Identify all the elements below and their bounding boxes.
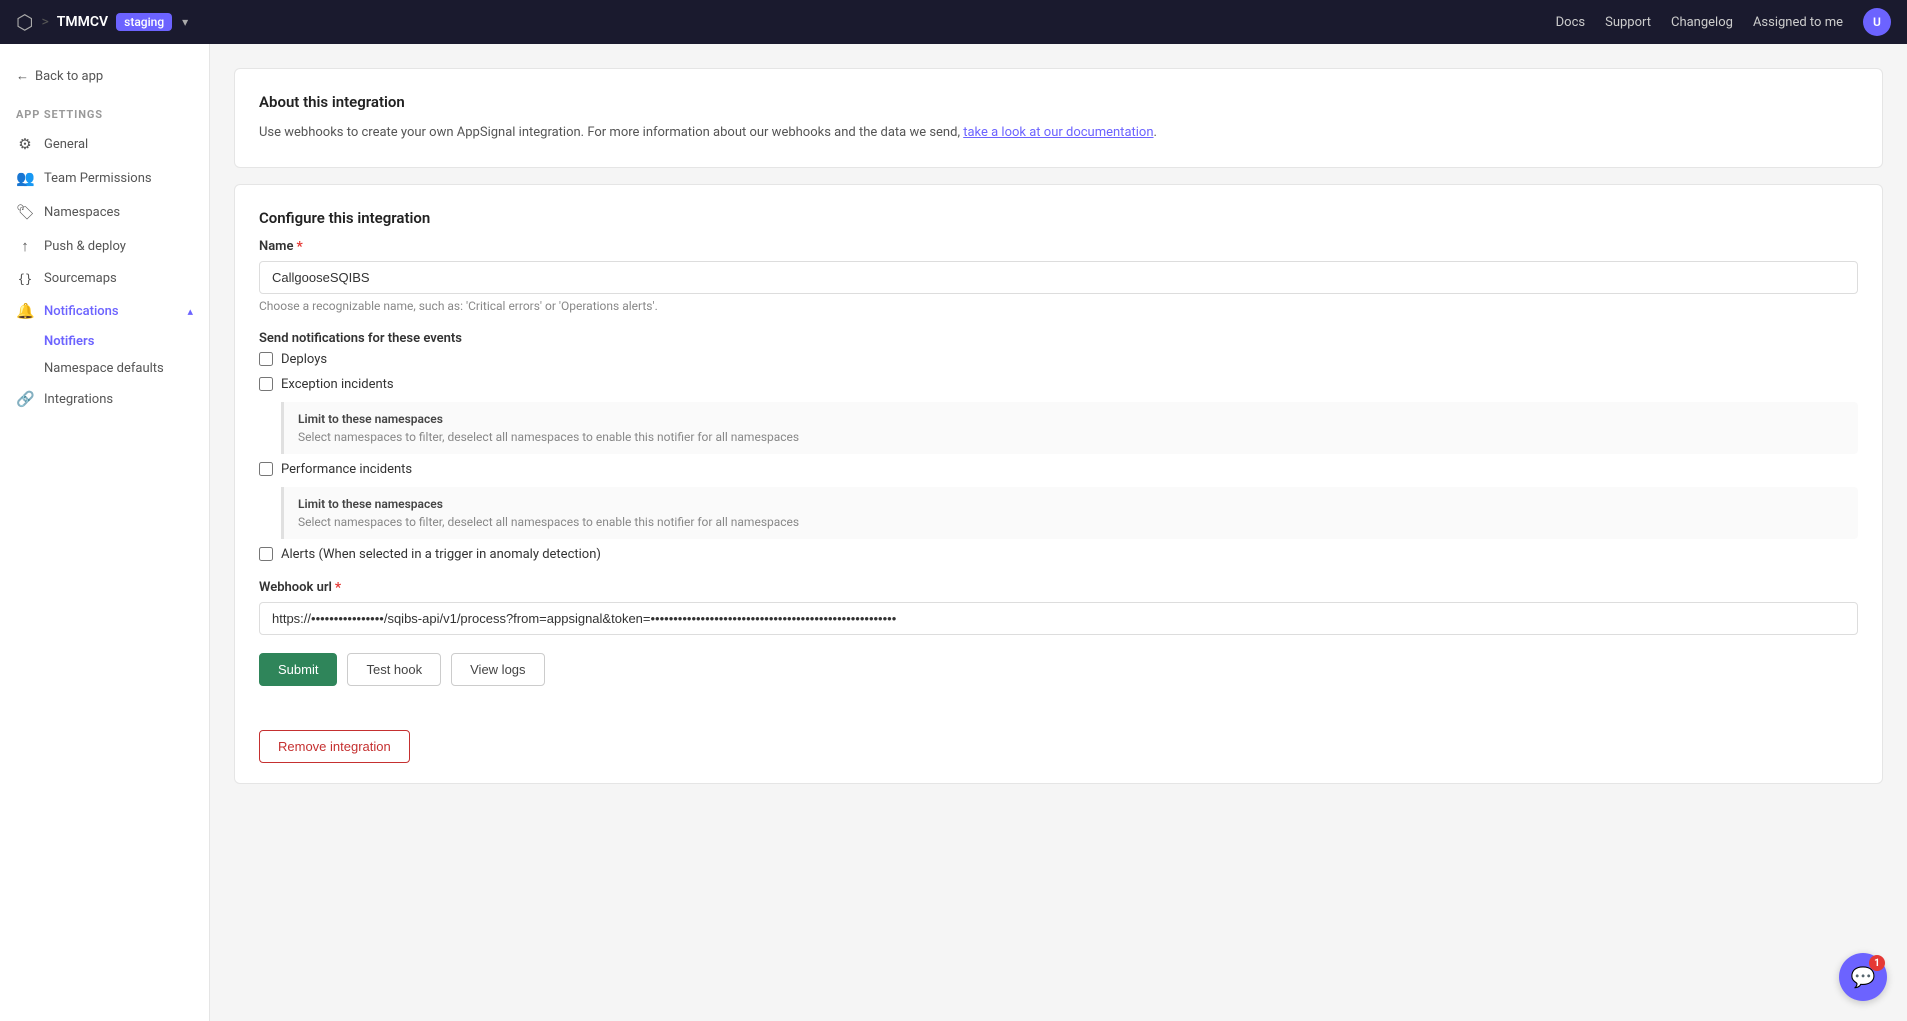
upload-icon: ↑ <box>16 237 34 255</box>
sidebar-item-namespaces[interactable]: 🏷 Namespaces <box>0 195 209 229</box>
back-arrow-icon: ← <box>16 68 29 84</box>
events-form-group: Send notifications for these events Depl… <box>259 331 1858 562</box>
about-description: Use webhooks to create your own AppSigna… <box>259 123 1858 143</box>
bell-icon: 🔔 <box>16 302 34 320</box>
changelog-link[interactable]: Changelog <box>1671 15 1733 30</box>
env-badge[interactable]: staging <box>116 13 172 31</box>
configure-card: Configure this integration Name * Choose… <box>234 184 1883 784</box>
name-form-group: Name * Choose a recognizable name, such … <box>259 239 1858 313</box>
sidebar-subitem-notifiers[interactable]: Notifiers <box>44 328 209 355</box>
exception-incidents-label: Exception incidents <box>281 377 394 392</box>
documentation-link[interactable]: take a look at our documentation <box>963 125 1153 140</box>
notifications-subnav: Notifiers Namespace defaults <box>0 328 209 382</box>
namespace-limit-desc-2: Select namespaces to filter, deselect al… <box>298 515 1844 529</box>
main-content: About this integration Use webhooks to c… <box>210 44 1907 1021</box>
sidebar-item-push-deploy[interactable]: ↑ Push & deploy <box>0 229 209 263</box>
deploys-checkbox[interactable] <box>259 352 273 366</box>
chat-badge: 1 <box>1869 955 1885 971</box>
about-card-body: About this integration Use webhooks to c… <box>235 69 1882 167</box>
sidebar-item-sourcemaps[interactable]: {} Sourcemaps <box>0 263 209 294</box>
support-link[interactable]: Support <box>1605 15 1651 30</box>
view-logs-button[interactable]: View logs <box>451 653 544 686</box>
exception-incidents-checkbox-label[interactable]: Exception incidents <box>259 377 1858 392</box>
test-hook-button[interactable]: Test hook <box>347 653 441 686</box>
events-label: Send notifications for these events <box>259 331 1858 346</box>
namespace-limit-desc-1: Select namespaces to filter, deselect al… <box>298 430 1844 444</box>
env-chevron-icon[interactable]: ▾ <box>182 15 188 29</box>
back-to-app-link[interactable]: ← Back to app <box>0 60 209 100</box>
sidebar-item-label-sourcemaps: Sourcemaps <box>44 271 117 286</box>
namespace-limit-box-2: Limit to these namespaces Select namespa… <box>281 487 1858 539</box>
performance-checkbox[interactable] <box>259 462 273 476</box>
webhook-form-group: Webhook url * <box>259 580 1858 635</box>
link-icon: 🔗 <box>16 390 34 408</box>
app-logo-icon: ⬡ <box>16 10 33 34</box>
name-hint: Choose a recognizable name, such as: 'Cr… <box>259 299 1858 313</box>
sidebar-item-label-notifications: Notifications <box>44 304 119 319</box>
configure-card-body: Configure this integration Name * Choose… <box>235 185 1882 710</box>
sidebar-item-notifications[interactable]: 🔔 Notifications ▴ <box>0 294 209 328</box>
team-icon: 👥 <box>16 169 34 187</box>
tag-icon: 🏷 <box>16 203 34 221</box>
chat-bubble[interactable]: 💬 1 <box>1839 953 1887 1001</box>
sidebar-item-integrations[interactable]: 🔗 Integrations <box>0 382 209 416</box>
app-divider: > <box>41 14 48 30</box>
remove-section: Remove integration <box>235 710 1882 783</box>
layout: ← Back to app APP SETTINGS ⚙ General 👥 T… <box>0 44 1907 1021</box>
top-nav-right: Docs Support Changelog Assigned to me U <box>1556 8 1891 36</box>
app-settings-label: APP SETTINGS <box>0 100 209 127</box>
namespace-limit-box-1: Limit to these namespaces Select namespa… <box>281 402 1858 454</box>
about-card: About this integration Use webhooks to c… <box>234 68 1883 168</box>
performance-checkbox-label[interactable]: Performance incidents <box>259 462 1858 477</box>
performance-label: Performance incidents <box>281 462 412 477</box>
exception-incidents-checkbox[interactable] <box>259 377 273 391</box>
deploys-checkbox-label[interactable]: Deploys <box>259 352 1858 367</box>
remove-integration-button[interactable]: Remove integration <box>259 730 410 763</box>
sidebar: ← Back to app APP SETTINGS ⚙ General 👥 T… <box>0 44 210 1021</box>
name-label: Name * <box>259 239 1858 255</box>
name-input[interactable] <box>259 261 1858 294</box>
webhook-required-star: * <box>335 580 341 596</box>
webhook-label: Webhook url * <box>259 580 1858 596</box>
configure-title: Configure this integration <box>259 209 1858 227</box>
sidebar-item-label-team-permissions: Team Permissions <box>44 171 152 186</box>
deploys-checkbox-group: Deploys <box>259 352 1858 367</box>
alerts-checkbox[interactable] <box>259 547 273 561</box>
sidebar-item-label-general: General <box>44 137 88 152</box>
avatar[interactable]: U <box>1863 8 1891 36</box>
performance-checkbox-group: Performance incidents <box>259 462 1858 477</box>
submit-button[interactable]: Submit <box>259 653 337 686</box>
assigned-to-me-link[interactable]: Assigned to me <box>1753 15 1843 30</box>
alerts-label: Alerts (When selected in a trigger in an… <box>281 547 601 562</box>
name-required-star: * <box>296 239 302 255</box>
sidebar-item-label-namespaces: Namespaces <box>44 205 120 220</box>
sidebar-item-label-push-deploy: Push & deploy <box>44 239 126 254</box>
top-nav: ⬡ > TMMCV staging ▾ Docs Support Changel… <box>0 0 1907 44</box>
alerts-checkbox-label[interactable]: Alerts (When selected in a trigger in an… <box>259 547 1858 562</box>
deploys-label: Deploys <box>281 352 327 367</box>
docs-link[interactable]: Docs <box>1556 15 1585 30</box>
exception-incidents-checkbox-group: Exception incidents <box>259 377 1858 392</box>
sidebar-item-general[interactable]: ⚙ General <box>0 127 209 161</box>
top-nav-left: ⬡ > TMMCV staging ▾ <box>16 10 188 34</box>
webhook-input[interactable] <box>259 602 1858 635</box>
alerts-checkbox-group: Alerts (When selected in a trigger in an… <box>259 547 1858 562</box>
sidebar-item-label-integrations: Integrations <box>44 392 113 407</box>
back-to-app-label: Back to app <box>35 69 103 84</box>
chevron-up-icon: ▴ <box>187 305 193 318</box>
namespace-limit-title-1: Limit to these namespaces <box>298 412 1844 426</box>
sourcemaps-icon: {} <box>16 272 34 286</box>
namespace-limit-title-2: Limit to these namespaces <box>298 497 1844 511</box>
sidebar-subitem-namespace-defaults[interactable]: Namespace defaults <box>44 355 209 382</box>
app-name: TMMCV <box>57 14 108 30</box>
action-buttons: Submit Test hook View logs <box>259 653 1858 686</box>
sidebar-item-team-permissions[interactable]: 👥 Team Permissions <box>0 161 209 195</box>
about-title: About this integration <box>259 93 1858 111</box>
gear-icon: ⚙ <box>16 135 34 153</box>
